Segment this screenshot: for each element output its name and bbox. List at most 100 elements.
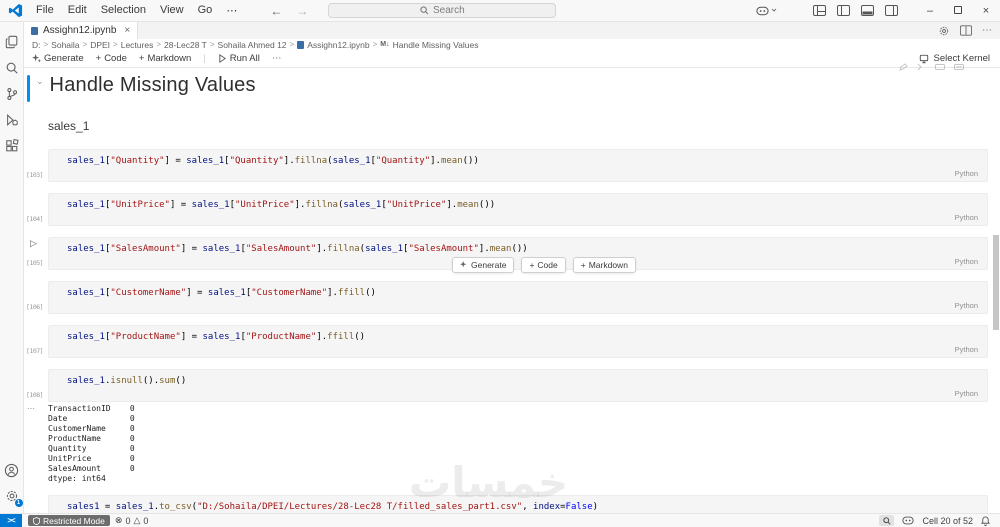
add-markdown-button[interactable]: + Markdown: [139, 53, 191, 64]
breadcrumb-item[interactable]: DPEI: [90, 40, 110, 50]
add-code-button[interactable]: + Code: [96, 53, 127, 64]
menu-[interactable]: ⋯: [219, 2, 244, 19]
code-cell[interactable]: sales_1["ProductName"] = sales_1["Produc…: [48, 325, 988, 358]
scrollbar-thumb[interactable]: [993, 235, 999, 330]
notebook-editor: ⌄ Handle Missing Values sales_1 ▷ [103] …: [24, 68, 1000, 513]
close-button[interactable]: ×: [972, 5, 1000, 17]
split-cell-icon[interactable]: [917, 63, 926, 71]
menu-selection[interactable]: Selection: [94, 2, 153, 19]
menu-file[interactable]: File: [29, 2, 61, 19]
tab-close-icon[interactable]: ×: [124, 25, 130, 36]
menu-edit[interactable]: Edit: [61, 2, 94, 19]
cell-language-picker[interactable]: Python: [955, 389, 978, 398]
toggle-panel-icon[interactable]: [861, 5, 874, 16]
breadcrumb-item[interactable]: Assighn12.ipynb: [307, 40, 369, 50]
generate-button[interactable]: Generate: [32, 53, 84, 64]
nav-back-icon[interactable]: ←: [270, 4, 282, 18]
search-view-icon[interactable]: [0, 55, 24, 81]
toolbar-more-icon[interactable]: ⋯: [272, 53, 282, 64]
code-line[interactable]: sales_1.isnull().sum(): [67, 376, 987, 386]
sparkle-icon: [32, 54, 41, 63]
minimize-button[interactable]: –: [916, 5, 944, 17]
collapse-chevron-icon[interactable]: ⌄: [36, 76, 44, 87]
code-line[interactable]: sales_1["UnitPrice"] = sales_1["UnitPric…: [67, 200, 987, 210]
code-line[interactable]: sales_1["Quantity"] = sales_1["Quantity"…: [67, 156, 987, 166]
plus-icon: +: [529, 260, 535, 270]
problems-indicator[interactable]: ⊗ 0 △ 0: [110, 514, 154, 527]
cell-language-picker[interactable]: Python: [955, 213, 978, 222]
insert-markdown-label: Markdown: [588, 260, 628, 270]
copilot-button[interactable]: [756, 6, 777, 16]
menu-view[interactable]: View: [153, 2, 191, 19]
cell-gutter: ▷ [103]: [24, 149, 48, 182]
output-collapse-icon[interactable]: ⋯: [24, 404, 48, 484]
execution-count: [105]: [26, 259, 44, 267]
extensions-icon[interactable]: [0, 133, 24, 159]
notebook-settings-icon[interactable]: [938, 25, 950, 37]
code-line[interactable]: sales_1["CustomerName"] = sales_1["Custo…: [67, 288, 987, 298]
code-cell[interactable]: sales_1.isnull().sum() Python: [48, 369, 988, 402]
restricted-mode-badge[interactable]: Restricted Mode: [28, 515, 110, 526]
menu-go[interactable]: Go: [191, 2, 220, 19]
run-debug-icon[interactable]: [0, 107, 24, 133]
add-markdown-label: Markdown: [147, 53, 192, 64]
breadcrumb-item[interactable]: Sohaila: [51, 40, 79, 50]
bell-icon[interactable]: [981, 515, 990, 526]
cell-language-picker[interactable]: Python: [955, 301, 978, 310]
code-line[interactable]: sales_1["ProductName"] = sales_1["Produc…: [67, 332, 987, 342]
settings-gear-icon[interactable]: 1: [0, 483, 24, 509]
source-control-icon[interactable]: [0, 81, 24, 107]
breadcrumb-item[interactable]: D:: [32, 40, 41, 50]
kernel-icon: [920, 54, 929, 63]
execution-count: [103]: [26, 171, 44, 179]
notebook-heading: Handle Missing Values: [49, 74, 256, 96]
run-all-button[interactable]: Run All: [218, 53, 260, 64]
cell-indicator[interactable]: Cell 20 of 52: [922, 516, 973, 526]
errors-count: 0: [125, 515, 131, 526]
collapse-cell-icon[interactable]: [935, 63, 945, 71]
code-cell[interactable]: sales_1["Quantity"] = sales_1["Quantity"…: [48, 149, 988, 182]
tab-assighn12[interactable]: Assighn12.ipynb ×: [24, 22, 139, 39]
code-cell[interactable]: sales_1["CustomerName"] = sales_1["Custo…: [48, 281, 988, 314]
warnings-count: 0: [143, 515, 149, 526]
copilot-status-icon[interactable]: [902, 516, 915, 525]
insert-generate-button[interactable]: Generate: [452, 257, 515, 273]
account-icon[interactable]: [0, 457, 24, 483]
maximize-button[interactable]: [944, 5, 972, 17]
cell-language-picker[interactable]: Python: [955, 257, 978, 266]
nav-forward-icon[interactable]: →: [296, 4, 308, 18]
toggle-sidebar-icon[interactable]: [837, 5, 850, 16]
search-input[interactable]: Search: [328, 3, 557, 18]
customize-layout-icon[interactable]: [813, 5, 826, 16]
markdown-heading-cell[interactable]: ⌄ Handle Missing Values: [27, 74, 1000, 102]
cell-gutter: ▷ [104]: [24, 193, 48, 226]
status-bar: >< Restricted Mode ⊗ 0 △ 0 Cell 20 of 52: [0, 513, 1000, 527]
code-line[interactable]: sales1 = sales_1.to_csv("D:/Sohaila/DPEI…: [67, 502, 987, 512]
breadcrumb-item[interactable]: Handle Missing Values: [393, 40, 479, 50]
split-editor-icon[interactable]: [960, 25, 972, 36]
notebook-toolbar: Generate + Code + Markdown | Run All ⋯ S…: [24, 50, 1000, 68]
cell-output: ⋯ TransactionID 0 Date 0 CustomerName 0 P…: [24, 404, 1000, 484]
execution-count: [108]: [26, 391, 44, 399]
insert-markdown-button[interactable]: + Markdown: [572, 257, 636, 273]
code-line[interactable]: sales_1["SalesAmount"] = sales_1["SalesA…: [67, 244, 987, 254]
breadcrumb-item[interactable]: Lectures: [121, 40, 154, 50]
cell-language-picker[interactable]: Python: [955, 169, 978, 178]
cell-language-picker[interactable]: Python: [955, 345, 978, 354]
toggle-secondary-sidebar-icon[interactable]: [885, 5, 898, 16]
markdown-subtext-cell[interactable]: sales_1: [48, 119, 1000, 133]
breadcrumb-item[interactable]: 28-Lec28 T: [164, 40, 207, 50]
explorer-icon[interactable]: [0, 29, 24, 55]
breadcrumb-item[interactable]: Sohaila Ahmed 12: [218, 40, 287, 50]
code-cell[interactable]: sales1 = sales_1.to_csv("D:/Sohaila/DPEI…: [48, 495, 988, 513]
remote-indicator[interactable]: ><: [0, 514, 22, 527]
notebook-file-icon: [31, 26, 38, 35]
output-text: TransactionID 0 Date 0 CustomerName 0 Pr…: [48, 404, 135, 483]
run-cell-icon[interactable]: ▷: [30, 238, 37, 249]
zoom-status-button[interactable]: [879, 515, 895, 526]
more-cell-actions-icon[interactable]: [954, 63, 964, 71]
insert-code-button[interactable]: + Code: [521, 257, 566, 273]
editor-more-actions-icon[interactable]: ⋯: [982, 25, 992, 36]
code-cell[interactable]: sales_1["UnitPrice"] = sales_1["UnitPric…: [48, 193, 988, 226]
edit-cell-icon[interactable]: [899, 63, 908, 71]
